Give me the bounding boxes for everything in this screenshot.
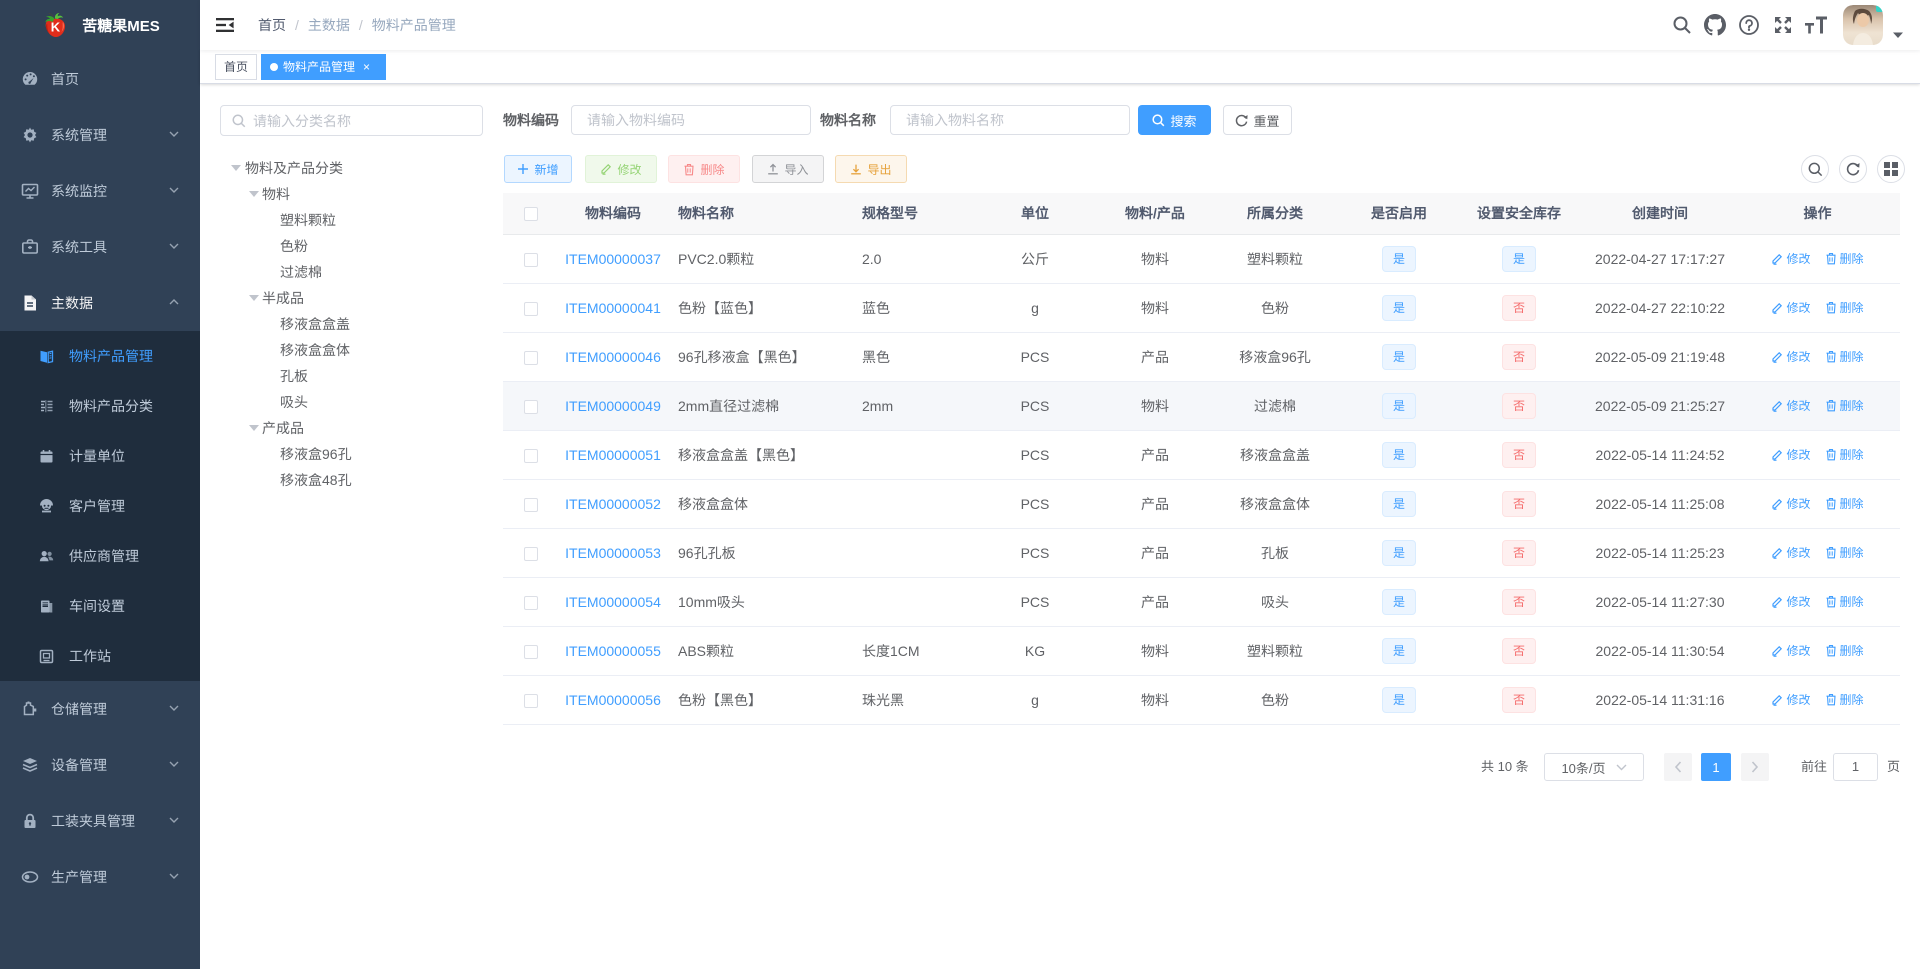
svg-text:K: K <box>51 20 61 35</box>
